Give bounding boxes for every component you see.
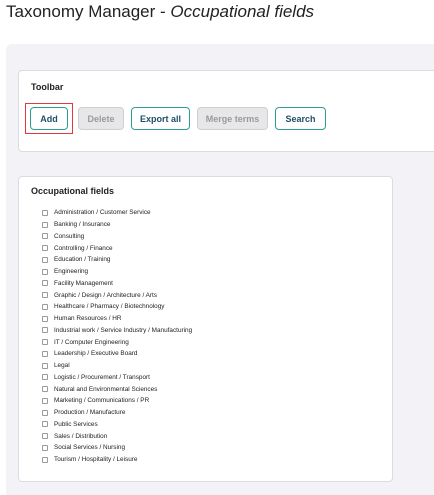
- field-list-item[interactable]: Public Services: [42, 419, 192, 431]
- field-checkbox[interactable]: [42, 339, 48, 346]
- field-label: Human Resources / HR: [54, 315, 122, 323]
- field-checkbox[interactable]: [42, 397, 48, 404]
- export-all-button[interactable]: Export all: [131, 107, 190, 130]
- field-checkbox[interactable]: [42, 245, 48, 252]
- field-label: Healthcare / Pharmacy / Biotechnology: [54, 303, 165, 311]
- search-button[interactable]: Search: [275, 107, 326, 130]
- field-label: Natural and Environmental Sciences: [54, 385, 158, 393]
- field-list-item[interactable]: Consulting: [42, 231, 192, 243]
- field-label: IT / Computer Engineering: [54, 338, 129, 346]
- page-title-section: Occupational fields: [170, 2, 315, 21]
- field-checkbox[interactable]: [42, 233, 48, 240]
- field-list-item[interactable]: Production / Manufacture: [42, 407, 192, 419]
- field-list-item[interactable]: Marketing / Communications / PR: [42, 395, 192, 407]
- field-label: Legal: [54, 362, 70, 370]
- field-checkbox[interactable]: [42, 327, 48, 334]
- field-checkbox[interactable]: [42, 268, 48, 275]
- field-list-item[interactable]: Engineering: [42, 266, 192, 278]
- field-label: Graphic / Design / Architecture / Arts: [54, 291, 158, 299]
- field-checkbox[interactable]: [42, 303, 48, 310]
- field-checkbox[interactable]: [42, 374, 48, 381]
- field-label: Tourism / Hospitality / Leisure: [54, 456, 138, 464]
- field-list-item[interactable]: Social Services / Nursing: [42, 442, 192, 454]
- field-list-item[interactable]: Facility Management: [42, 278, 192, 290]
- field-checkbox[interactable]: [42, 221, 48, 228]
- field-list-item[interactable]: Natural and Environmental Sciences: [42, 383, 192, 395]
- field-label: Controlling / Finance: [54, 244, 113, 252]
- field-checkbox[interactable]: [42, 433, 48, 440]
- field-checkbox[interactable]: [42, 315, 48, 322]
- field-list-item[interactable]: Administration / Customer Service: [42, 207, 192, 219]
- field-list-item[interactable]: Controlling / Finance: [42, 242, 192, 254]
- field-label: Logistic / Procurement / Transport: [54, 373, 150, 381]
- field-checkbox[interactable]: [42, 444, 48, 451]
- field-checkbox[interactable]: [42, 386, 48, 393]
- field-label: Banking / Insurance: [54, 221, 111, 229]
- field-label: Engineering: [54, 268, 89, 276]
- field-label: Facility Management: [54, 279, 113, 287]
- field-label: Education / Training: [54, 256, 111, 264]
- field-list-item[interactable]: Logistic / Procurement / Transport: [42, 372, 192, 384]
- field-label: Industrial work / Service Industry / Man…: [54, 326, 193, 334]
- field-checkbox[interactable]: [42, 256, 48, 263]
- field-checkbox[interactable]: [42, 209, 48, 216]
- delete-button[interactable]: Delete: [78, 107, 124, 130]
- field-checkbox[interactable]: [42, 292, 48, 299]
- add-button[interactable]: Add: [30, 107, 68, 130]
- toolbar-title: Toolbar: [31, 82, 64, 92]
- field-list-item[interactable]: Tourism / Hospitality / Leisure: [42, 454, 192, 466]
- merge-terms-button[interactable]: Merge terms: [197, 107, 268, 130]
- field-list-item[interactable]: Legal: [42, 360, 192, 372]
- field-checkbox[interactable]: [42, 350, 48, 357]
- field-label: Marketing / Communications / PR: [54, 397, 150, 405]
- field-label: Administration / Customer Service: [54, 209, 151, 217]
- field-list-item[interactable]: Graphic / Design / Architecture / Arts: [42, 289, 192, 301]
- toolbar-panel: Toolbar Add Delete Export all Merge term…: [18, 70, 434, 152]
- occupational-fields-title: Occupational fields: [31, 186, 115, 196]
- occupational-fields-panel: Occupational fields Administration / Cus…: [18, 176, 393, 482]
- field-list-item[interactable]: Education / Training: [42, 254, 192, 266]
- field-list-item[interactable]: Leadership / Executive Board: [42, 348, 192, 360]
- field-checkbox[interactable]: [42, 409, 48, 416]
- field-checkbox[interactable]: [42, 280, 48, 287]
- field-label: Consulting: [54, 232, 85, 240]
- field-checkbox[interactable]: [42, 362, 48, 369]
- field-list-item[interactable]: Industrial work / Service Industry / Man…: [42, 325, 192, 337]
- field-list-item[interactable]: IT / Computer Engineering: [42, 336, 192, 348]
- field-label: Social Services / Nursing: [54, 444, 126, 452]
- occupational-fields-list: Administration / Customer Service Banking…: [42, 207, 192, 466]
- field-label: Sales / Distribution: [54, 432, 108, 440]
- page-title-main: Taxonomy Manager -: [6, 2, 171, 21]
- field-list-item[interactable]: Sales / Distribution: [42, 430, 192, 442]
- field-label: Leadership / Executive Board: [54, 350, 138, 358]
- field-list-item[interactable]: Human Resources / HR: [42, 313, 192, 325]
- field-checkbox[interactable]: [42, 456, 48, 463]
- field-list-item[interactable]: Healthcare / Pharmacy / Biotechnology: [42, 301, 192, 313]
- field-label: Production / Manufacture: [54, 409, 126, 417]
- page-title: Taxonomy Manager - Occupational fields: [6, 2, 314, 22]
- field-checkbox[interactable]: [42, 421, 48, 428]
- field-label: Public Services: [54, 420, 98, 428]
- field-list-item[interactable]: Banking / Insurance: [42, 219, 192, 231]
